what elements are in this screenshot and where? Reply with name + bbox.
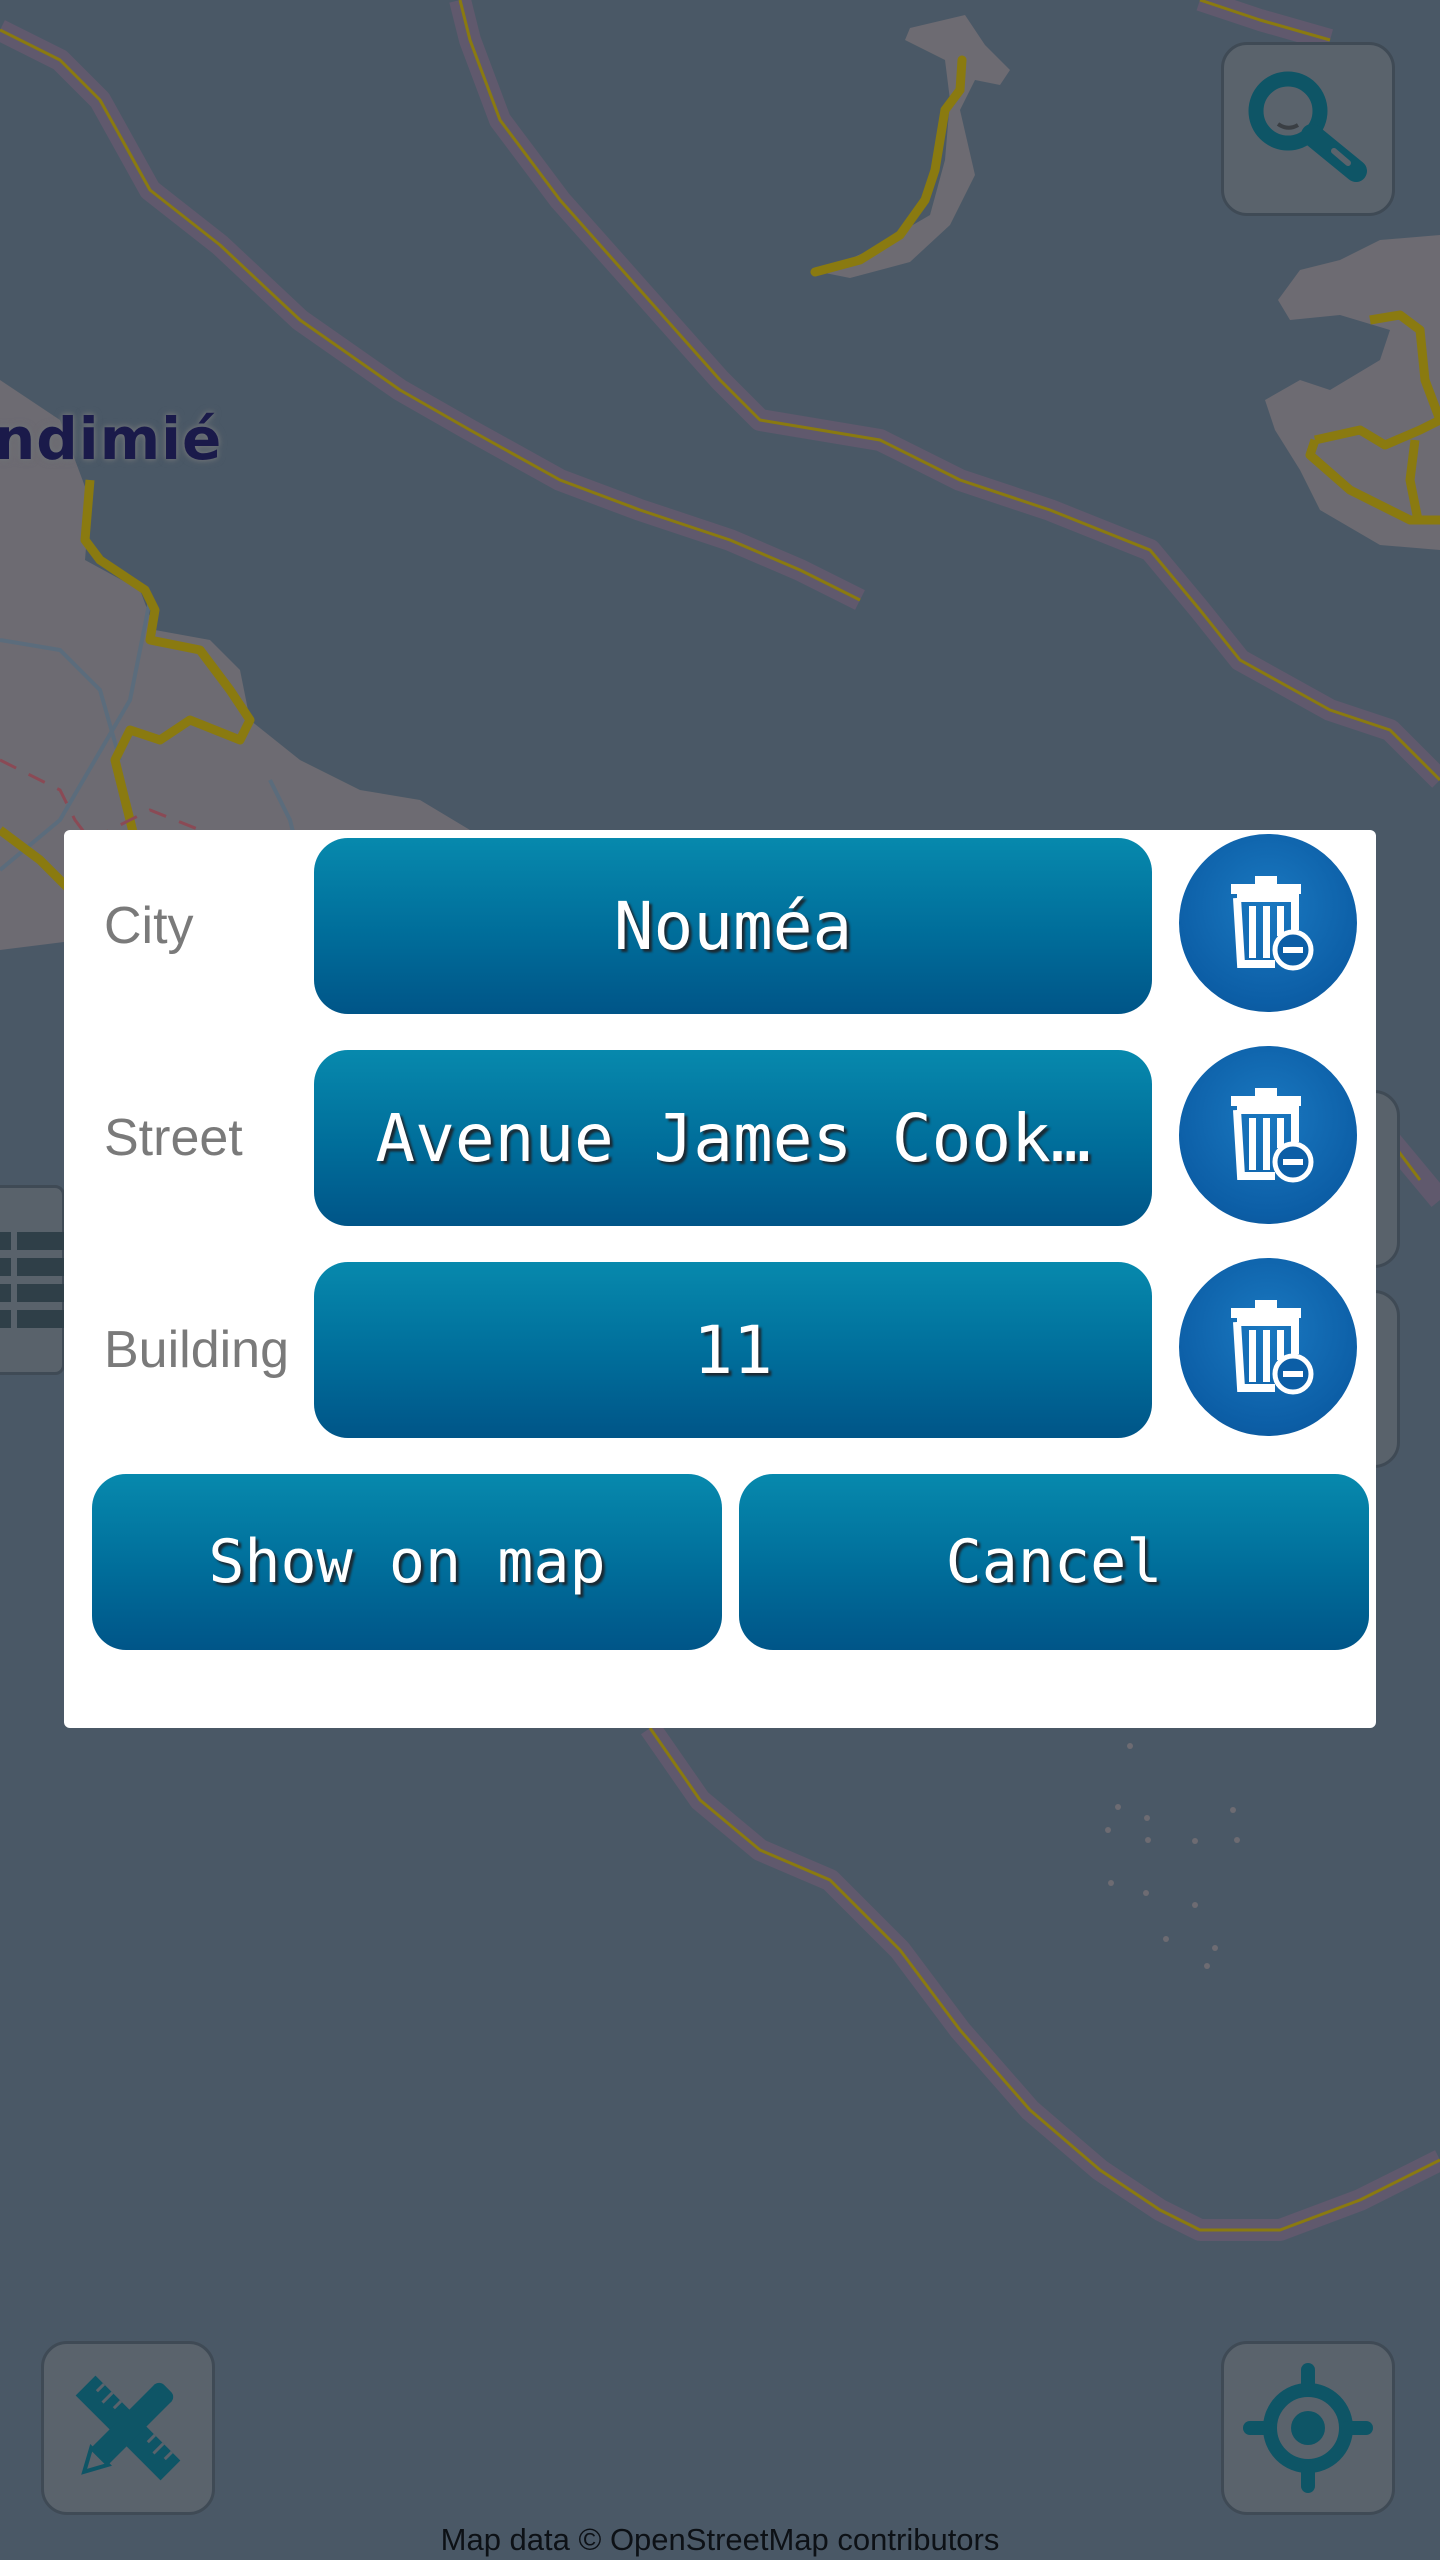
building-field[interactable]: 11 <box>314 1262 1152 1438</box>
list-icon <box>0 1232 65 1328</box>
city-label: City <box>104 897 194 955</box>
search-icon <box>1248 71 1367 182</box>
building-row: Building 11 <box>64 1254 1376 1438</box>
search-button[interactable] <box>1221 42 1395 216</box>
street-row: Street Avenue James Cook… <box>64 1042 1376 1226</box>
my-location-button[interactable] <box>1221 2341 1395 2515</box>
building-label: Building <box>104 1321 290 1379</box>
map-place-label: ndimié <box>0 405 223 473</box>
trash-minus-icon <box>1231 1088 1314 1183</box>
show-on-map-button[interactable]: Show on map <box>92 1474 722 1650</box>
address-search-dialog: City Nouméa Street Avenue James Cook… Bu… <box>64 830 1376 1728</box>
layers-button[interactable] <box>0 1185 65 1375</box>
locate-icon <box>1243 2363 1373 2493</box>
street-label: Street <box>104 1109 243 1167</box>
clear-city-button[interactable] <box>1179 834 1357 1012</box>
city-field[interactable]: Nouméa <box>314 838 1152 1014</box>
trash-minus-icon <box>1231 1300 1314 1395</box>
city-row: City Nouméa <box>64 830 1376 1014</box>
map-attribution: Map data © OpenStreetMap contributors <box>440 2522 1000 2557</box>
trash-minus-icon <box>1231 876 1314 971</box>
cancel-button[interactable]: Cancel <box>739 1474 1369 1650</box>
clear-building-button[interactable] <box>1179 1258 1357 1436</box>
measure-button[interactable] <box>41 2341 215 2515</box>
clear-street-button[interactable] <box>1179 1046 1357 1224</box>
ruler-pencil-icon <box>75 2375 181 2481</box>
street-field[interactable]: Avenue James Cook… <box>314 1050 1152 1226</box>
